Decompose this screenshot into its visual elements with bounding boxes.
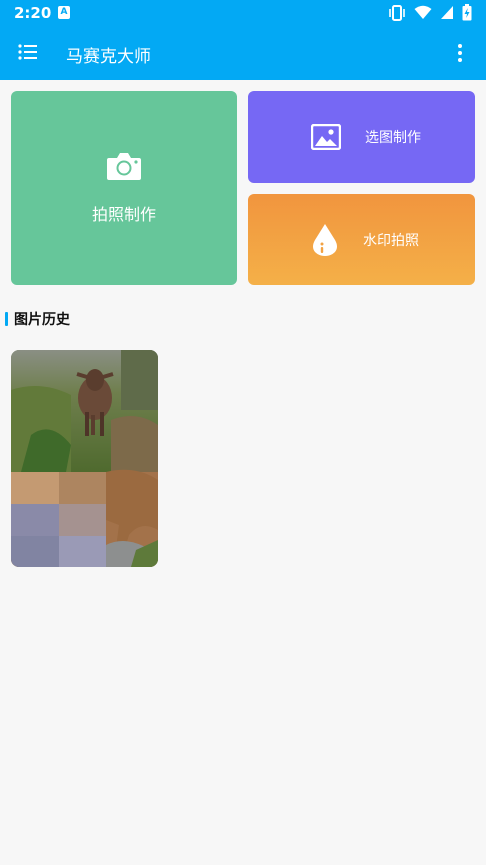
- more-vertical-icon[interactable]: [450, 42, 470, 64]
- section-accent-bar: [5, 312, 8, 326]
- wifi-icon: [414, 5, 432, 19]
- watermark-photo-button[interactable]: 水印拍照: [248, 194, 475, 285]
- photo-mosaic-button[interactable]: 拍照制作: [11, 91, 237, 285]
- watermark-photo-label: 水印拍照: [363, 232, 419, 249]
- signal-icon: [441, 6, 453, 19]
- pick-image-button[interactable]: 选图制作: [248, 91, 475, 183]
- notification-badge-icon: A: [58, 6, 70, 19]
- status-bar: 2:20 A: [0, 0, 486, 26]
- pick-image-label: 选图制作: [365, 130, 421, 146]
- image-icon: [311, 124, 341, 150]
- app-title: 马赛克大师: [66, 47, 151, 67]
- water-drop-icon: [313, 223, 337, 256]
- history-section-header: 图片历史: [5, 310, 70, 328]
- app-bar: 马赛克大师: [0, 26, 486, 80]
- battery-icon: [462, 4, 472, 21]
- history-title: 图片历史: [14, 312, 70, 328]
- camera-icon: [107, 153, 141, 180]
- menu-list-icon[interactable]: [18, 42, 38, 62]
- history-photo-image: [11, 350, 158, 567]
- status-icons: [388, 4, 472, 21]
- history-item-thumbnail[interactable]: [11, 350, 158, 567]
- photo-mosaic-label: 拍照制作: [91, 205, 156, 224]
- status-time: 2:20: [14, 4, 52, 22]
- vibrate-icon: [389, 4, 405, 21]
